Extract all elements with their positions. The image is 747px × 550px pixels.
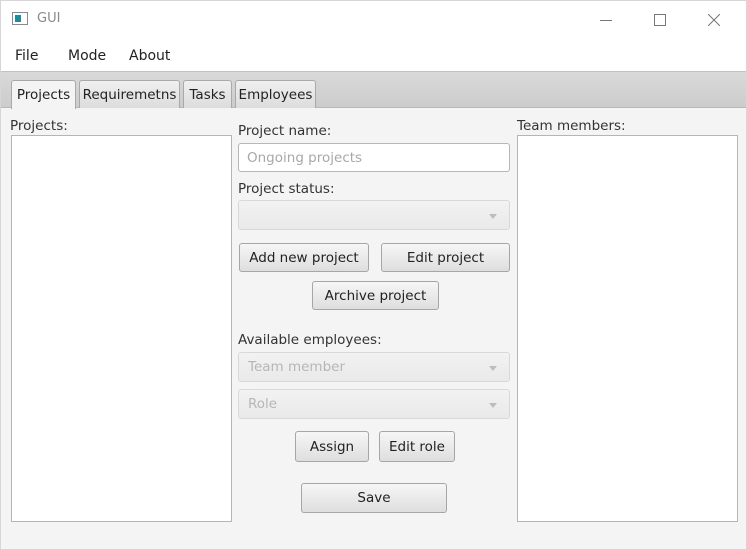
menu-file[interactable]: File	[15, 48, 38, 64]
tab-tasks[interactable]: Tasks	[183, 80, 232, 108]
chevron-down-icon	[489, 214, 497, 219]
menu-mode[interactable]: Mode	[68, 48, 106, 64]
chevron-down-icon	[489, 366, 497, 371]
save-button[interactable]: Save	[301, 483, 447, 513]
app-window: GUI File Mode About Projects Requiremetn…	[0, 0, 747, 550]
archive-project-button[interactable]: Archive project	[312, 281, 439, 310]
tab-projects[interactable]: Projects	[11, 80, 76, 109]
window-title: GUI	[37, 11, 61, 26]
maximize-icon	[654, 14, 666, 26]
team-members-list[interactable]	[517, 135, 738, 522]
menu-about[interactable]: About	[129, 48, 170, 64]
app-icon	[12, 12, 28, 25]
close-icon	[708, 14, 720, 26]
role-combo[interactable]: Role	[238, 389, 510, 419]
tab-employees[interactable]: Employees	[235, 80, 316, 108]
tab-requirements[interactable]: Requiremetns	[79, 80, 180, 108]
close-button[interactable]	[691, 1, 737, 39]
menu-bar: File Mode About	[1, 39, 746, 71]
projects-list[interactable]	[11, 135, 232, 522]
edit-role-button[interactable]: Edit role	[379, 431, 455, 462]
project-status-combo[interactable]	[238, 200, 510, 230]
assign-button[interactable]: Assign	[295, 431, 369, 462]
project-name-label: Project name:	[238, 123, 332, 139]
tab-bar: Projects Requiremetns Tasks Employees	[1, 71, 746, 109]
projects-list-label: Projects:	[10, 118, 68, 134]
team-member-placeholder: Team member	[248, 359, 346, 375]
maximize-button[interactable]	[637, 1, 683, 39]
project-status-label: Project status:	[238, 181, 335, 197]
add-new-project-button[interactable]: Add new project	[239, 243, 369, 272]
available-employees-label: Available employees:	[238, 332, 382, 348]
project-name-input[interactable]	[238, 143, 510, 172]
minimize-button[interactable]	[583, 1, 629, 39]
chevron-down-icon	[489, 403, 497, 408]
team-member-combo[interactable]: Team member	[238, 352, 510, 382]
role-placeholder: Role	[248, 396, 278, 412]
minimize-icon	[600, 20, 612, 21]
title-bar: GUI	[1, 1, 746, 39]
edit-project-button[interactable]: Edit project	[381, 243, 510, 272]
team-members-label: Team members:	[517, 118, 626, 134]
